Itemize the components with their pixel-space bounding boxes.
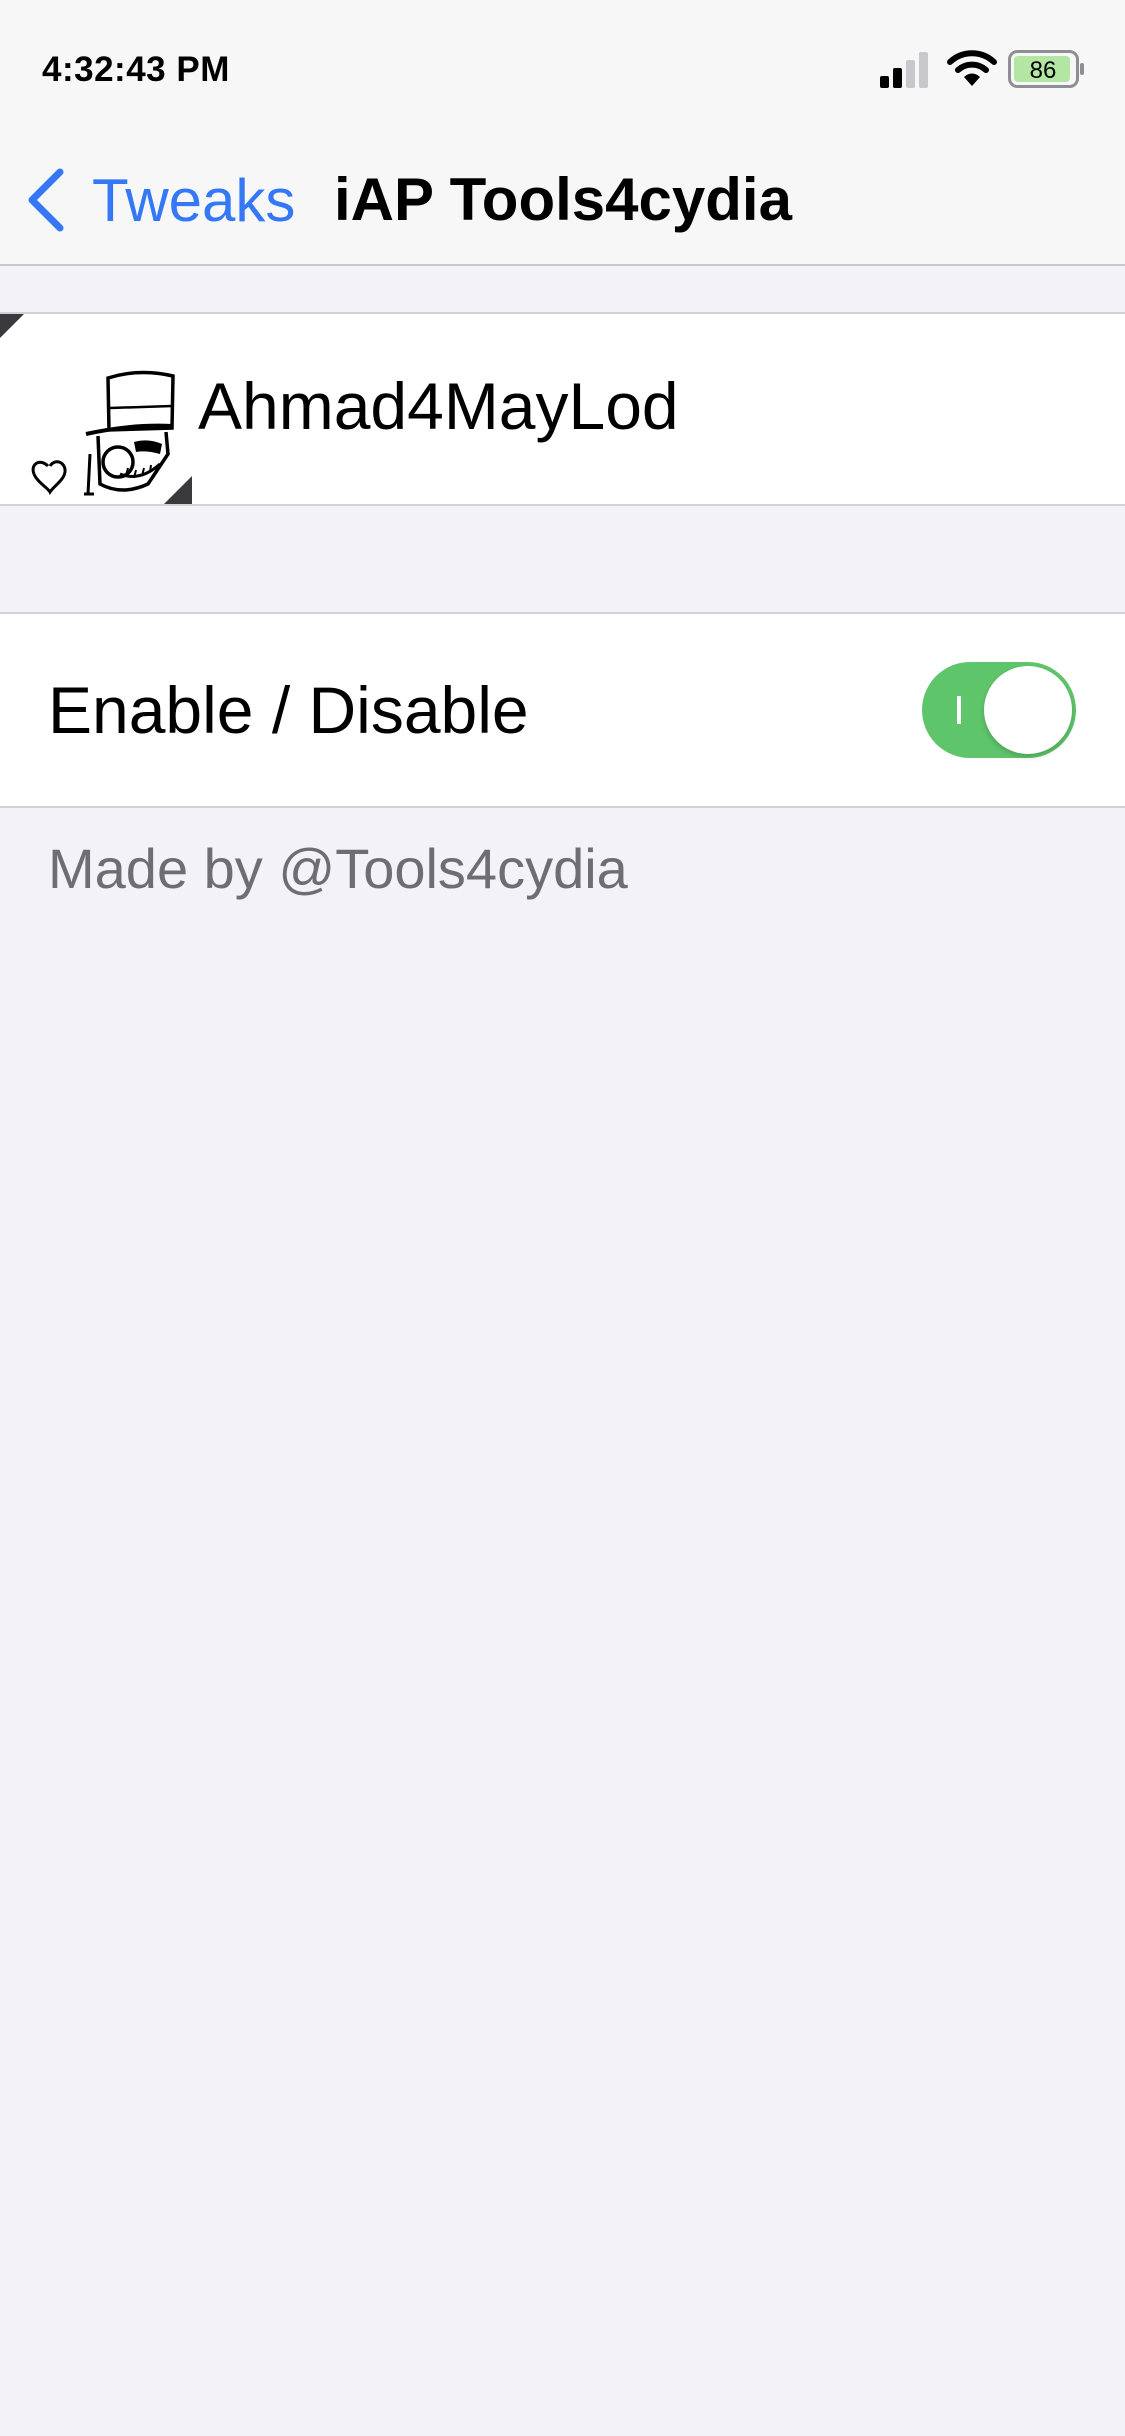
enable-toggle-label: Enable / Disable: [48, 673, 529, 747]
enable-toggle-cell: Enable / Disable: [0, 612, 1125, 808]
status-time: 4:32:43 PM: [42, 50, 230, 89]
switch-on-indicator: [957, 696, 961, 724]
top-hat-logo-icon: [31, 370, 192, 504]
navigation-bar: Tweaks iAP Tools4cydia: [0, 140, 1125, 266]
back-button[interactable]: Tweaks: [24, 160, 295, 240]
status-bar: 4:32:43 PM 86: [0, 0, 1125, 140]
battery-icon: 86: [1008, 50, 1084, 88]
wifi-icon: [947, 50, 997, 86]
switch-knob: [984, 666, 1072, 754]
footer-credit: Made by @Tools4cydia: [48, 837, 628, 900]
corner-mark: [0, 314, 24, 338]
cellular-signal-icon: [880, 52, 928, 88]
tweak-author-name: Ahmad4MayLod: [198, 369, 679, 443]
enable-toggle-switch[interactable]: [922, 662, 1076, 758]
back-label: Tweaks: [92, 166, 296, 234]
tweak-header-cell: Ahmad4MayLod: [0, 312, 1125, 506]
heart-icon: [31, 460, 67, 495]
chevron-left-icon: [28, 168, 64, 232]
battery-level: 86: [1030, 57, 1057, 84]
page-title: iAP Tools4cydia: [334, 166, 792, 233]
